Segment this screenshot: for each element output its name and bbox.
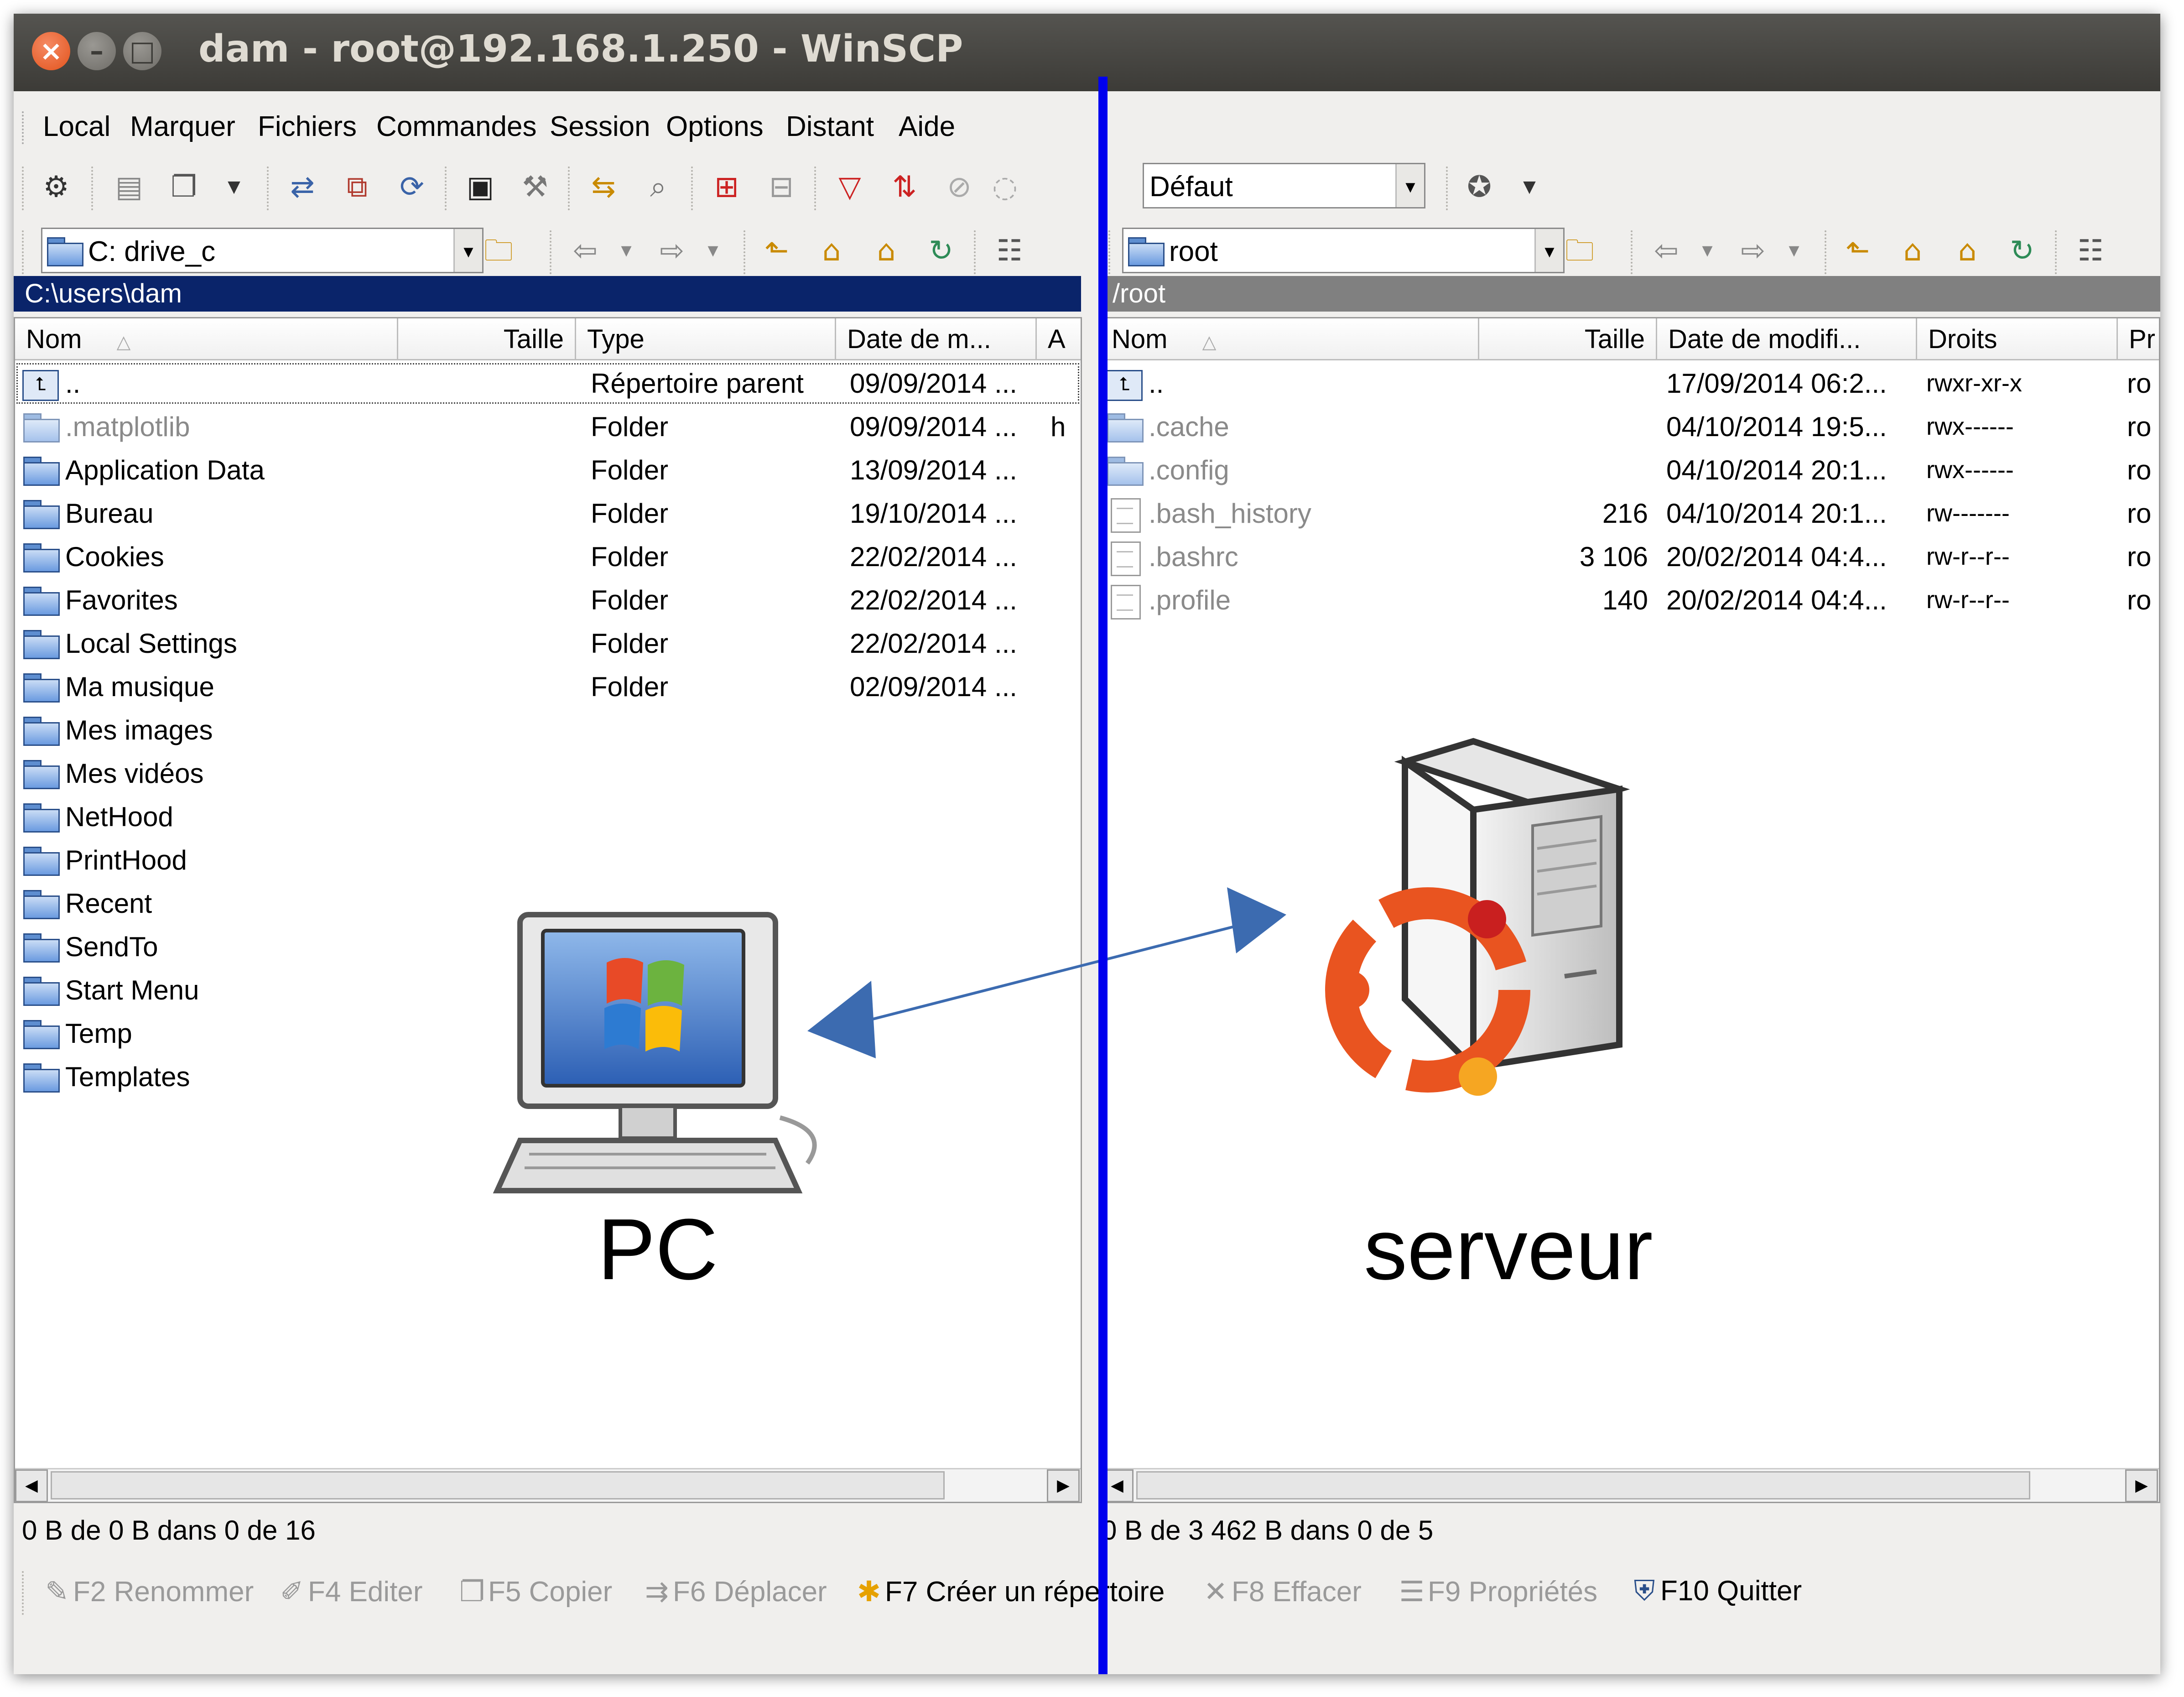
f8-delete-button[interactable]: ✕ F8 Effacer xyxy=(1200,1575,1362,1608)
function-key-bar: ✎ F2 Renommer ✐ F4 Editer ❐ F5 Copier ⇉ F6 D… xyxy=(14,1565,2160,1619)
right-status-text: 0 B de 3 462 B dans 0 de 5 xyxy=(1102,1515,1434,1546)
f2-rename-button[interactable]: ✎ F2 Renommer xyxy=(41,1575,254,1608)
blue-divider-line xyxy=(1098,77,1108,1674)
f9-properties-button[interactable]: ☰ F9 Propriétés xyxy=(1396,1575,1597,1608)
new-folder-icon: ✱ xyxy=(857,1576,881,1608)
properties-icon: ☰ xyxy=(1399,1576,1425,1608)
illustration-overlay xyxy=(493,738,1630,1193)
f4-edit-button[interactable]: ✐ F4 Editer xyxy=(276,1575,423,1608)
f7-create-directory-button[interactable]: ✱ F7 Créer un répertoire xyxy=(853,1575,1165,1608)
delete-icon: ✕ xyxy=(1204,1576,1227,1608)
edit-icon: ✐ xyxy=(280,1576,304,1608)
rename-icon: ✎ xyxy=(45,1576,69,1608)
winscp-window: × – □ dam - root@192.168.1.250 - WinSCP … xyxy=(14,14,2160,1674)
transfer-arrow xyxy=(807,887,1286,1058)
copy-icon: ❐ xyxy=(459,1576,485,1608)
f10-quit-button[interactable]: ⛨ F10 Quitter xyxy=(1628,1575,1802,1608)
f5-copy-button[interactable]: ❐ F5 Copier xyxy=(456,1575,612,1608)
pc-computer-icon xyxy=(493,912,817,1193)
move-icon: ⇉ xyxy=(645,1576,669,1608)
f6-move-button[interactable]: ⇉ F6 Déplacer xyxy=(641,1575,827,1608)
pc-label: PC xyxy=(598,1201,718,1298)
server-label: serveur xyxy=(1364,1201,1653,1298)
quit-icon: ⛨ xyxy=(1633,1575,1655,1607)
left-status-text: 0 B de 0 B dans 0 de 16 xyxy=(22,1515,316,1546)
